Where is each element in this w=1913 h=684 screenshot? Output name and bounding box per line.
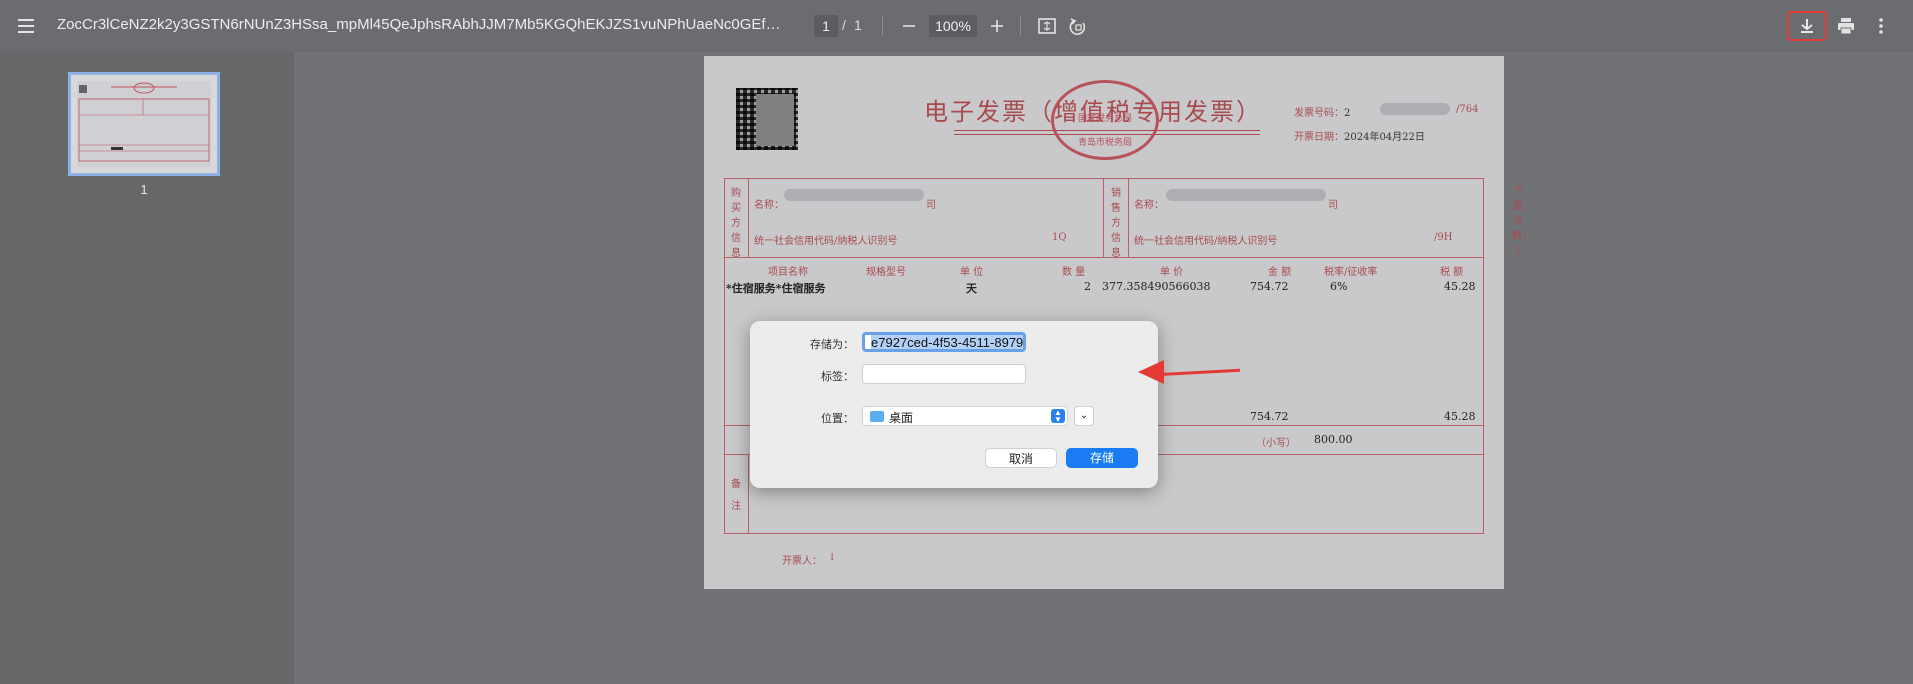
page-separator: / <box>842 17 846 33</box>
menu-icon[interactable] <box>16 15 38 37</box>
location-value: 桌面 <box>889 411 914 425</box>
table-divider <box>1128 178 1129 257</box>
save-as-label: 存储为： <box>810 339 854 351</box>
tags-label: 标签： <box>821 371 854 383</box>
toolbar-divider <box>1020 16 1021 36</box>
chevron-down-icon: ⌄ <box>1079 410 1089 421</box>
invoice-date: 开票日期：2024年04月22日 <box>1294 128 1425 143</box>
item-qty: 2 <box>1084 280 1091 293</box>
total-tax: 45.28 <box>1444 410 1476 423</box>
download-icon[interactable] <box>1795 14 1819 38</box>
item-tax: 45.28 <box>1444 280 1476 293</box>
zoom-in-icon[interactable] <box>985 14 1009 38</box>
invoice-date-label: 开票日期： <box>1294 132 1344 143</box>
total-amount: 754.72 <box>1250 410 1289 423</box>
item-unit: 天 <box>966 282 977 295</box>
seal-text-top: 国家税务总局 <box>1077 113 1132 123</box>
seal-text-bottom: 青岛市税务局 <box>1077 137 1132 147</box>
chevron-updown-icon: ▲ ▼ <box>1051 409 1065 424</box>
col-item-name: 项目名称 <box>768 267 808 278</box>
document-title: ZocCr3lCeNZ2k2y3GSTN6rNUnZ3HSsa_mpMl45Qe… <box>57 16 787 33</box>
table-divider <box>748 454 749 534</box>
remarks-label: 备注 <box>731 479 741 512</box>
col-tax: 税 额 <box>1440 267 1464 278</box>
folder-icon <box>870 411 884 422</box>
expand-dialog-button[interactable]: ⌄ <box>1074 406 1094 426</box>
buyer-label: 购买方信息 <box>731 188 741 259</box>
save-button[interactable]: 存储 <box>1066 448 1138 468</box>
total-pages: 1 <box>854 17 862 33</box>
buyer-taxid-label: 统一社会信用代码/纳税人识别号 <box>754 236 898 247</box>
invoice-number-end: /764 <box>1456 104 1479 115</box>
lowercase-total: 800.00 <box>1314 433 1353 446</box>
seller-name-label: 名称： <box>1134 200 1164 211</box>
item-amount: 754.72 <box>1250 280 1289 293</box>
lowercase-label: （小写） <box>1256 438 1296 449</box>
seller-label: 销售方信息 <box>1111 188 1121 259</box>
invoice-number-start: 2 <box>1344 108 1351 119</box>
col-unit: 单 位 <box>960 267 984 278</box>
pdf-toolbar: ZocCr3lCeNZ2k2y3GSTN6rNUnZ3HSsa_mpMl45Qe… <box>0 0 1913 52</box>
more-icon[interactable] <box>1869 14 1893 38</box>
fit-page-icon[interactable] <box>1035 14 1059 38</box>
col-qty: 数 量 <box>1062 267 1086 278</box>
save-dialog: 存储为： e7927ced-4f53-4511-8979-690ccc 标签： … <box>750 321 1158 488</box>
page-thumbnail[interactable] <box>68 72 220 176</box>
save-as-value: e7927ced-4f53-4511-8979-690ccc <box>871 335 1023 349</box>
seller-name-redaction <box>1166 189 1326 201</box>
col-price: 单 价 <box>1160 267 1184 278</box>
col-rate: 税率/征收率 <box>1324 267 1378 278</box>
side-note: 下载次数：1 <box>1512 186 1532 257</box>
tax-seal: 国家税务总局 青岛市税务局 <box>1051 80 1159 160</box>
thumbnail-sidebar: 1 <box>0 52 294 684</box>
issuer-label: 开票人： <box>782 556 822 567</box>
zoom-out-icon[interactable] <box>897 14 921 38</box>
item-name: *住宿服务*住宿服务 <box>726 282 826 295</box>
table-divider <box>724 257 1484 258</box>
buyer-name-label: 名称： <box>754 200 784 211</box>
invoice-date-value: 2024年04月22日 <box>1344 132 1425 143</box>
thumbnail-page-number: 1 <box>140 182 148 197</box>
toolbar-divider <box>882 16 883 36</box>
invoice-number-label: 发票号码： <box>1294 108 1344 119</box>
rotate-icon[interactable] <box>1066 14 1090 38</box>
qr-redaction <box>756 94 794 146</box>
print-icon[interactable] <box>1834 14 1858 38</box>
buyer-taxid-tail: 1Q <box>1052 232 1067 243</box>
tags-input[interactable] <box>862 364 1026 384</box>
item-price: 377.358490566038 <box>1102 280 1211 293</box>
buyer-name-suffix: 司 <box>926 200 936 211</box>
buyer-name-redaction <box>784 189 924 201</box>
location-select[interactable]: 桌面 ▲ ▼ <box>862 406 1068 426</box>
table-divider <box>1103 178 1104 257</box>
col-spec: 规格型号 <box>866 267 906 278</box>
zoom-level-input[interactable]: 100% <box>929 15 977 37</box>
invoice-number-redaction <box>1380 103 1450 115</box>
page-number-input[interactable]: 1 <box>814 15 838 37</box>
seller-name-suffix: 司 <box>1328 200 1338 211</box>
save-as-input[interactable]: e7927ced-4f53-4511-8979-690ccc <box>862 332 1026 352</box>
col-amount: 金 额 <box>1268 267 1292 278</box>
table-divider <box>748 178 749 257</box>
location-label: 位置： <box>821 413 854 425</box>
issuer-value: ↓ <box>828 552 837 563</box>
seller-taxid-tail: /9H <box>1434 232 1453 243</box>
invoice-number: 发票号码：2 <box>1294 104 1350 119</box>
seller-taxid-label: 统一社会信用代码/纳税人识别号 <box>1134 236 1278 247</box>
item-rate: 6% <box>1330 280 1348 293</box>
cancel-button[interactable]: 取消 <box>985 448 1057 468</box>
